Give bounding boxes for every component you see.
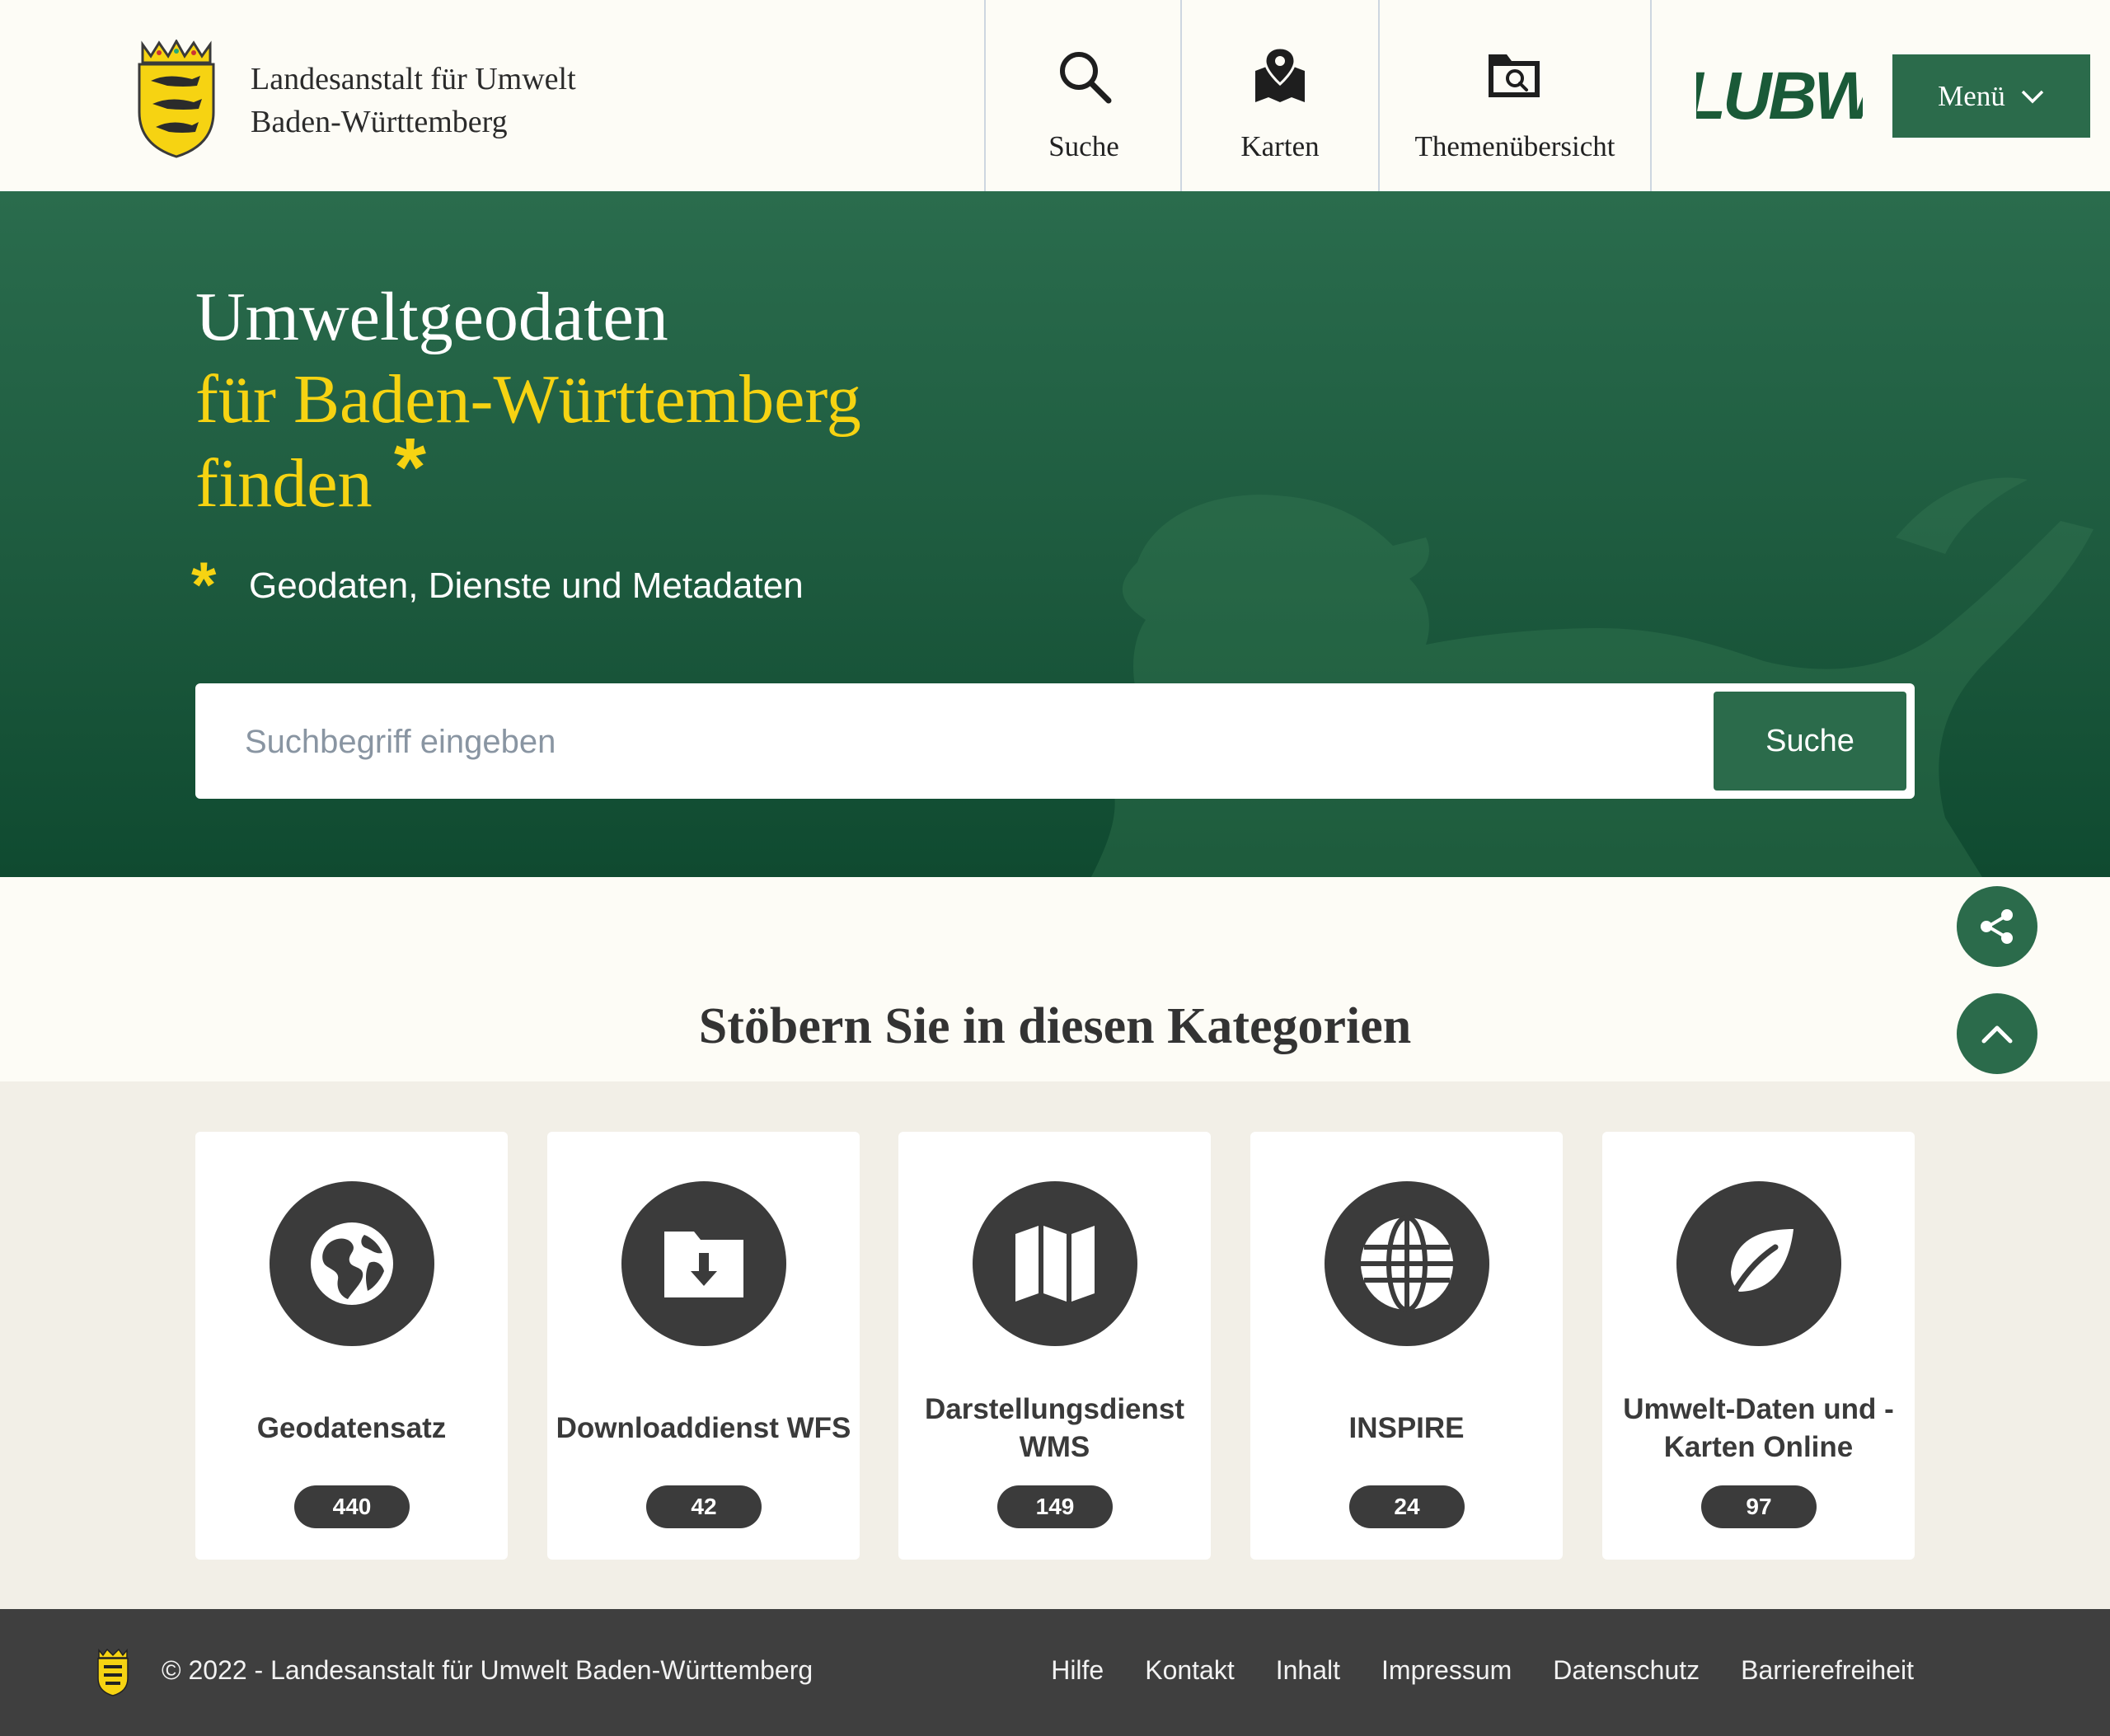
category-icon-circle [1676, 1181, 1841, 1346]
search-button[interactable]: Suche [1714, 692, 1906, 791]
category-count-badge: 149 [997, 1485, 1113, 1528]
category-icon-circle [621, 1181, 786, 1346]
footer-link-impressum[interactable]: Impressum [1381, 1655, 1512, 1686]
footer-link-kontakt[interactable]: Kontakt [1145, 1655, 1235, 1686]
footer-link-datenschutz[interactable]: Datenschutz [1553, 1655, 1700, 1686]
organization-name-line1: Landesanstalt für Umwelt [251, 62, 576, 96]
category-title: Geodatensatz [256, 1412, 447, 1444]
copyright-text: © 2022 - Landesanstalt für Umwelt Baden-… [162, 1655, 814, 1685]
hero-subtitle-asterisk: * [191, 548, 217, 621]
hero-subtitle: Geodaten, Dienste und Metadaten [249, 565, 804, 606]
nav-search-button[interactable]: Suche [984, 0, 1182, 191]
nav-topics-button[interactable]: Themenübersicht [1378, 0, 1652, 191]
category-title: Darstellungsdienst WMS [924, 1393, 1185, 1463]
lubw-logo[interactable]: LUBW [1696, 63, 1863, 127]
folder-search-icon [1489, 54, 1540, 97]
folder-download-icon [664, 1232, 743, 1297]
search-icon [1060, 52, 1112, 104]
coat-of-arms-icon[interactable] [134, 40, 218, 158]
nav-topics-label: Themenübersicht [1414, 130, 1615, 162]
category-title: Downloaddienst WFS [556, 1412, 851, 1444]
category-card-downloaddienst-wfs[interactable]: Downloaddienst WFS 42 [547, 1132, 860, 1560]
hero-title-asterisk: * [394, 421, 426, 514]
category-title: Umwelt-Daten und -Karten Online [1623, 1393, 1894, 1463]
share-icon [1981, 909, 2013, 944]
site-header: Landesanstalt für Umwelt Baden-Württembe… [0, 0, 2110, 191]
hero-banner: Umweltgeodaten für Baden-Württemberg fin… [0, 191, 2110, 877]
nav-maps-button[interactable]: Karten [1180, 0, 1378, 191]
nav-maps-label: Karten [1240, 130, 1320, 162]
nav-search-label: Suche [1048, 130, 1119, 162]
footer-link-hilfe[interactable]: Hilfe [1051, 1655, 1104, 1686]
hero-title-line2: für Baden-Württemberg [195, 361, 861, 438]
search-bar: Suche [195, 683, 1915, 800]
category-icon-circle [1325, 1181, 1489, 1346]
footer-link-barrierefreiheit[interactable]: Barrierefreiheit [1741, 1655, 1914, 1686]
category-card-geodatensatz[interactable]: Geodatensatz 440 [195, 1132, 508, 1560]
menu-label: Menü [1938, 79, 2005, 112]
category-title: INSPIRE [1348, 1412, 1465, 1444]
hero-title-line3: finden [195, 445, 373, 522]
menu-button[interactable]: Menü [1892, 54, 2090, 138]
svg-text:LUBW: LUBW [1696, 63, 1863, 127]
category-count-badge: 42 [646, 1485, 762, 1528]
category-card-darstellungsdienst-wms[interactable]: Darstellungsdienst WMS 149 [898, 1132, 1211, 1560]
globe-icon [311, 1222, 393, 1305]
lion-watermark-icon [1053, 477, 2094, 877]
footer-link-inhalt[interactable]: Inhalt [1276, 1655, 1340, 1686]
globe-grid-icon [1361, 1215, 1453, 1312]
leaf-icon [1726, 1229, 1794, 1303]
category-card-inspire[interactable]: INSPIRE 24 [1250, 1132, 1563, 1560]
category-count-badge: 24 [1349, 1485, 1465, 1528]
category-icon-circle [973, 1181, 1137, 1346]
hero-title-line1: Umweltgeodaten [195, 279, 668, 355]
organization-name-line2: Baden-Württemberg [251, 105, 508, 139]
map-pin-icon [1255, 46, 1305, 102]
search-input[interactable] [243, 683, 1730, 800]
category-icon-circle [270, 1181, 434, 1346]
categories-heading: Stöbern Sie in diesen Kategorien [698, 998, 1412, 1054]
map-icon [1015, 1226, 1095, 1302]
footer-links: Hilfe Kontakt Inhalt Impressum Datenschu… [1051, 1655, 1914, 1686]
category-card-umwelt-daten[interactable]: Umwelt-Daten und -Karten Online 97 [1602, 1132, 1915, 1560]
organization-name[interactable]: Landesanstalt für Umwelt Baden-Württembe… [251, 58, 576, 143]
category-count-badge: 440 [294, 1485, 410, 1528]
chevron-down-icon [2021, 90, 2044, 103]
site-footer: © 2022 - Landesanstalt für Umwelt Baden-… [0, 1609, 2110, 1736]
share-button[interactable] [1957, 886, 2037, 967]
category-count-badge: 97 [1701, 1485, 1817, 1528]
coat-of-arms-icon [97, 1649, 129, 1696]
